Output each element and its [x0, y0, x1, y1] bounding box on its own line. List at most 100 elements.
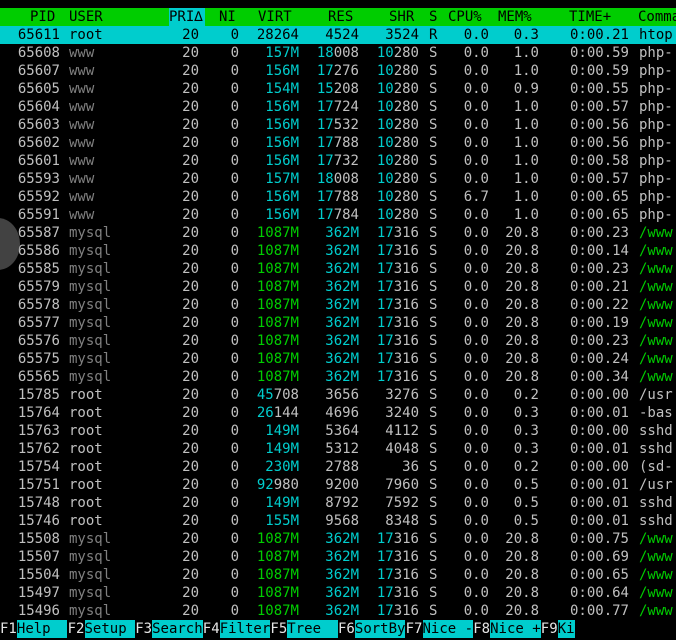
fkey-f3-label[interactable]: Search	[152, 620, 203, 638]
cell-time: 0:00.23	[569, 225, 629, 241]
process-row[interactable]: 15497 mysql 20 0 1087M 362M 17316 S 0.0 20.8 0:00.…	[0, 584, 676, 602]
process-row[interactable]: 15507 mysql 20 0 1087M 362M 17316 S 0.0 20.8 0:00.…	[0, 548, 676, 566]
process-row[interactable]: 15763 root 20 0 149M 5364 4112 S 0.0 0.3 0:00.00 ss…	[0, 422, 676, 440]
fkey-f9[interactable]: F9	[540, 620, 558, 638]
fkey-f6-label[interactable]: SortBy	[354, 620, 406, 638]
process-row[interactable]: 65565 mysql 20 0 1087M 362M 17316 S 0.0 20.8 0:00.…	[0, 368, 676, 386]
cell-pid: 65591	[17, 207, 60, 223]
process-row[interactable]: 65592 www 20 0 156M 17788 10280 S 6.7 1.0 0:00.65 p…	[0, 188, 676, 206]
process-row[interactable]: 65586 mysql 20 0 1087M 362M 17316 S 0.0 20.8 0:00.…	[0, 242, 676, 260]
fkey-f3[interactable]: F3	[135, 620, 153, 638]
col-mem[interactable]: MEM%	[498, 8, 532, 26]
cell-command: php-	[639, 63, 673, 79]
fkey-f1-label[interactable]: Help	[16, 620, 68, 638]
cell-cpu: 0.0	[463, 333, 489, 349]
cell-pid: 65602	[17, 135, 60, 151]
process-row[interactable]: 65603 www 20 0 156M 17532 10280 S 0.0 1.0 0:00.56 p…	[0, 116, 676, 134]
cell-shr: 7592	[385, 495, 419, 511]
process-row[interactable]: 15754 root 20 0 230M 2788 36 S 0.0 0.2 0:00.00 (sd-	[0, 458, 676, 476]
cell-user: mysql	[69, 531, 112, 547]
process-row[interactable]: 65593 www 20 0 157M 18008 10280 S 0.0 1.0 0:00.57 p…	[0, 170, 676, 188]
process-row[interactable]: 15785 root 20 0 45708 3656 3276 S 0.0 0.2 0:00.00 /…	[0, 386, 676, 404]
fkey-f5-label[interactable]: Tree	[287, 620, 338, 638]
fkey-f8[interactable]: F8	[473, 620, 491, 638]
fkey-f7[interactable]: F7	[405, 620, 423, 638]
process-row[interactable]: 65578 mysql 20 0 1087M 362M 17316 S 0.0 20.8 0:00.…	[0, 296, 676, 314]
process-row[interactable]: 15748 root 20 0 149M 8792 7592 S 0.0 0.5 0:00.01 ss…	[0, 494, 676, 512]
cell-user: www	[69, 63, 95, 79]
cell-res: 17788	[316, 189, 359, 205]
cell-res: 3656	[325, 387, 359, 403]
cell-shr: 10280	[376, 117, 419, 133]
cell-shr: 10280	[376, 207, 419, 223]
cell-virt: 156M	[265, 99, 299, 115]
col-time[interactable]: TIME+	[569, 8, 611, 26]
process-row[interactable]: 65607 www 20 0 156M 17276 10280 S 0.0 1.0 0:00.59 p…	[0, 62, 676, 80]
process-row[interactable]: 15504 mysql 20 0 1087M 362M 17316 S 0.0 20.8 0:00.…	[0, 566, 676, 584]
process-row[interactable]: 15751 root 20 0 92980 9200 7960 S 0.0 0.5 0:00.01 /…	[0, 476, 676, 494]
fkey-f7-label[interactable]: Nice -	[422, 620, 474, 638]
cell-pri: 20	[182, 513, 199, 529]
cell-res: 362M	[325, 297, 359, 313]
process-row[interactable]: 65605 www 20 0 154M 15208 10280 S 0.0 0.9 0:00.55 p…	[0, 80, 676, 98]
cell-virt: 156M	[265, 153, 299, 169]
process-row[interactable]: 65577 mysql 20 0 1087M 362M 17316 S 0.0 20.8 0:00.…	[0, 314, 676, 332]
fkey-f8-label[interactable]: Nice +	[490, 620, 541, 638]
fkey-f4[interactable]: F4	[202, 620, 220, 638]
process-row[interactable]: 65587 mysql 20 0 1087M 362M 17316 S 0.0 20.8 0:00.…	[0, 224, 676, 242]
col-user[interactable]: USER	[69, 8, 103, 26]
cell-ni: 0	[230, 153, 239, 169]
process-row[interactable]: 65591 www 20 0 156M 17784 10280 S 0.0 1.0 0:00.65 p…	[0, 206, 676, 224]
process-row[interactable]: 65601 www 20 0 156M 17732 10280 S 0.0 1.0 0:00.58 p…	[0, 152, 676, 170]
cell-ni: 0	[230, 279, 239, 295]
col-shr[interactable]: SHR	[389, 8, 414, 26]
cell-state: R	[429, 27, 438, 43]
col-cpu[interactable]: CPU%	[448, 8, 482, 26]
process-row[interactable]: 15496 mysql 20 0 1087M 362M 17316 S 0.0 20.8 0:00.…	[0, 602, 676, 620]
process-row[interactable]: 65579 mysql 20 0 1087M 362M 17316 S 0.0 20.8 0:00.…	[0, 278, 676, 296]
col-virt[interactable]: VIRT	[258, 8, 292, 26]
fkey-f5[interactable]: F5	[270, 620, 288, 638]
process-row[interactable]: 65604 www 20 0 156M 17724 10280 S 0.0 1.0 0:00.57 p…	[0, 98, 676, 116]
cell-res: 17784	[316, 207, 359, 223]
process-row[interactable]: 15508 mysql 20 0 1087M 362M 17316 S 0.0 20.8 0:00.…	[0, 530, 676, 548]
cell-user: root	[69, 405, 103, 421]
fkey-f6[interactable]: F6	[338, 620, 355, 638]
col-pid[interactable]: PID	[30, 8, 55, 26]
process-row[interactable]: 65575 mysql 20 0 1087M 362M 17316 S 0.0 20.8 0:00.…	[0, 350, 676, 368]
cell-state: S	[429, 63, 438, 79]
cell-user: mysql	[69, 603, 112, 619]
process-row[interactable]: 65611 root 20 0 28264 4524 3524 R 0.0 0.3 0:00.21 h…	[0, 26, 676, 44]
cell-user: root	[69, 477, 103, 493]
process-row[interactable]: 65585 mysql 20 0 1087M 362M 17316 S 0.0 20.8 0:00.…	[0, 260, 676, 278]
cell-command: -bas	[639, 405, 673, 421]
fkey-f2-label[interactable]: Setup	[84, 620, 136, 638]
cell-shr: 36	[402, 459, 419, 475]
cell-time: 0:00.59	[569, 45, 629, 61]
col-state[interactable]: S	[429, 8, 437, 26]
cell-ni: 0	[230, 171, 239, 187]
cell-mem: 20.8	[505, 279, 539, 295]
process-row[interactable]: 65602 www 20 0 156M 17788 10280 S 0.0 1.0 0:00.56 p…	[0, 134, 676, 152]
cell-res: 362M	[325, 585, 359, 601]
col-res[interactable]: RES	[328, 8, 353, 26]
process-row[interactable]: 65576 mysql 20 0 1087M 362M 17316 S 0.0 20.8 0:00.…	[0, 332, 676, 350]
process-row[interactable]: 15764 root 20 0 26144 4696 3240 S 0.0 0.3 0:00.01-…	[0, 404, 676, 422]
process-row[interactable]: 65608 www 20 0 157M 18008 10280 S 0.0 1.0 0:00.59 p…	[0, 44, 676, 62]
fkey-f2[interactable]: F2	[67, 620, 85, 638]
cell-shr: 10280	[376, 81, 419, 97]
col-ni[interactable]: NI	[219, 8, 236, 26]
cell-ni: 0	[230, 549, 239, 565]
cell-state: S	[429, 243, 438, 259]
cell-state: S	[429, 99, 438, 115]
cell-mem: 20.8	[505, 567, 539, 583]
col-pri[interactable]: PRI∆	[169, 8, 205, 26]
process-row[interactable]: 15746 root 20 0 155M 9568 8348 S 0.0 0.5 0:00.01 ss…	[0, 512, 676, 530]
cell-state: S	[429, 261, 438, 277]
col-command[interactable]: Comma	[638, 8, 676, 26]
cell-virt: 1087M	[256, 603, 299, 619]
fkey-f1[interactable]: F1	[0, 620, 17, 638]
process-row[interactable]: 15762 root 20 0 149M 5312 4048 S 0.0 0.3 0:00.01 ss…	[0, 440, 676, 458]
fkey-f4-label[interactable]: Filter	[219, 620, 271, 638]
fkey-f9-label[interactable]: Ki	[557, 620, 575, 638]
